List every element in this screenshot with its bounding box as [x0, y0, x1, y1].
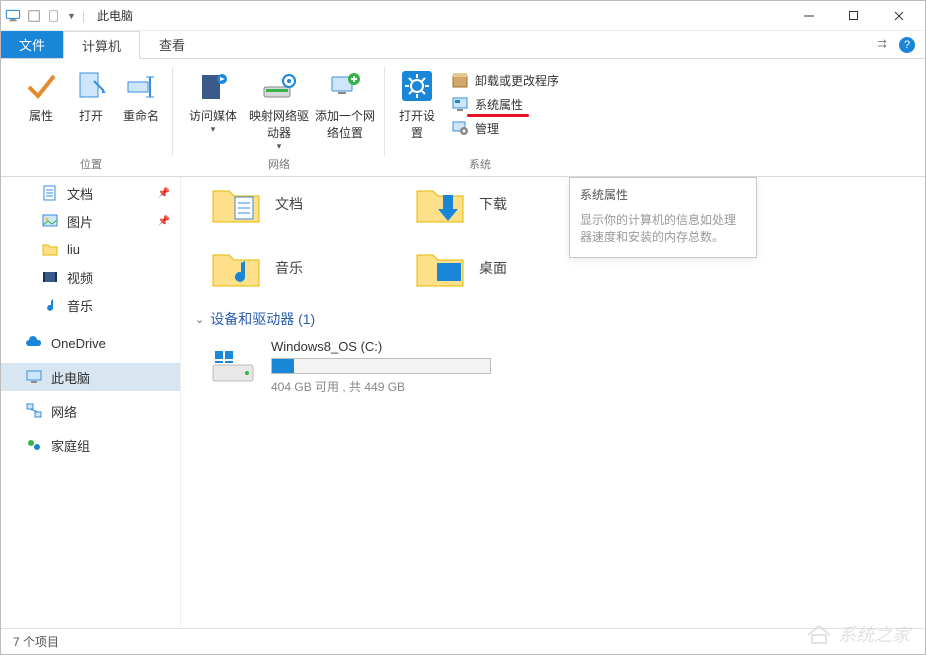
chevron-down-icon: ▾: [277, 141, 282, 152]
drive-c[interactable]: Windows8_OS (C:) 404 GB 可用 , 共 449 GB: [189, 339, 917, 395]
manage-icon: [451, 119, 469, 137]
rename-icon: [124, 69, 158, 103]
desktop-folder-icon: [413, 245, 467, 291]
navigation-pane: 文档📌 图片📌 liu 视频 音乐 OneDrive: [1, 177, 181, 628]
thispc-icon: [5, 9, 21, 23]
drive-usage-bar: [271, 358, 491, 374]
titlebar: ▼ | 此电脑: [1, 1, 925, 31]
drive-name: Windows8_OS (C:): [271, 339, 491, 354]
check-icon: [24, 69, 58, 103]
sidebar-item-thispc[interactable]: 此电脑: [1, 363, 180, 391]
media-server-icon: [196, 69, 230, 103]
sidebar-item-music[interactable]: 音乐: [1, 291, 180, 319]
drive-icon: [209, 347, 257, 387]
folder-downloads[interactable]: 下载: [413, 181, 507, 227]
access-media-button[interactable]: 访问媒体 ▾: [183, 63, 243, 154]
onedrive-icon: [25, 334, 43, 352]
pin-icon: 📌: [158, 188, 170, 199]
pin-icon: 📌: [158, 216, 170, 227]
tab-file[interactable]: 文件: [1, 31, 63, 58]
tab-view[interactable]: 查看: [140, 31, 204, 58]
monitor-icon: [451, 95, 469, 113]
map-drive-button[interactable]: 映射网络驱动器 ▾: [249, 63, 309, 154]
box-icon: [451, 71, 469, 89]
minimize-ribbon-icon[interactable]: ⮆: [877, 37, 887, 52]
ribbon-group-network: 访问媒体 ▾ 映射网络驱动器 ▾ 添加一个网络位置 网络: [173, 63, 385, 176]
section-devices-header[interactable]: ⌄ 设备和驱动器 (1): [195, 309, 917, 329]
document-icon: [41, 184, 59, 202]
qat-dropdown-icon[interactable]: ▼: [67, 11, 76, 21]
pictures-icon: [41, 212, 59, 230]
maximize-button[interactable]: [831, 1, 876, 31]
homegroup-icon: [25, 436, 43, 454]
ribbon: 属性 打开 重命名 位置: [1, 59, 925, 177]
qat-properties-icon[interactable]: [27, 9, 41, 23]
uninstall-programs-button[interactable]: 卸载或更改程序: [445, 69, 565, 91]
sidebar-item-pictures[interactable]: 图片📌: [1, 207, 180, 235]
folder-icon: [41, 240, 59, 258]
sidebar-item-documents[interactable]: 文档📌: [1, 179, 180, 207]
chevron-down-icon: ▾: [211, 124, 216, 135]
gear-icon: [400, 69, 434, 103]
content-pane: 文档 音乐 下载 桌面: [181, 177, 925, 628]
item-count: 7 个项目: [13, 633, 59, 650]
folder-documents[interactable]: 文档: [209, 181, 303, 227]
qat-new-icon[interactable]: [47, 9, 61, 23]
open-settings-button[interactable]: 打开设置: [395, 63, 439, 154]
documents-folder-icon: [209, 181, 263, 227]
status-bar: 7 个项目 系统之家: [1, 628, 925, 654]
music-icon: [41, 296, 59, 314]
downloads-folder-icon: [413, 181, 467, 227]
folder-desktop[interactable]: 桌面: [413, 245, 507, 291]
open-button[interactable]: 打开: [69, 63, 113, 154]
sidebar-item-liu[interactable]: liu: [1, 235, 180, 263]
ribbon-tabs: 文件 计算机 查看 ⮆ ?: [1, 31, 925, 59]
help-icon[interactable]: ?: [899, 37, 915, 53]
rename-button[interactable]: 重命名: [119, 63, 163, 154]
window-title: 此电脑: [97, 7, 133, 24]
add-location-icon: [328, 69, 362, 103]
tab-computer[interactable]: 计算机: [63, 31, 140, 59]
drive-subtitle: 404 GB 可用 , 共 449 GB: [271, 378, 491, 395]
add-location-button[interactable]: 添加一个网络位置: [315, 63, 375, 154]
open-icon: [74, 69, 108, 103]
sidebar-item-homegroup[interactable]: 家庭组: [1, 431, 180, 459]
ribbon-group-system: 打开设置 卸载或更改程序 系统属性 管理: [385, 63, 575, 176]
sidebar-item-onedrive[interactable]: OneDrive: [1, 329, 180, 357]
chevron-down-icon: ⌄: [195, 313, 204, 326]
music-folder-icon: [209, 245, 263, 291]
system-properties-button[interactable]: 系统属性: [445, 93, 565, 115]
sidebar-item-videos[interactable]: 视频: [1, 263, 180, 291]
system-properties-tooltip: 系统属性 显示你的计算机的信息如处理器速度和安装的内存总数。: [569, 177, 757, 258]
properties-button[interactable]: 属性: [19, 63, 63, 154]
minimize-button[interactable]: [786, 1, 831, 31]
thispc-icon: [25, 368, 43, 386]
map-drive-icon: [262, 69, 296, 103]
sidebar-item-network[interactable]: 网络: [1, 397, 180, 425]
close-button[interactable]: [876, 1, 921, 31]
videos-icon: [41, 268, 59, 286]
folder-music[interactable]: 音乐: [209, 245, 303, 291]
network-icon: [25, 402, 43, 420]
manage-button[interactable]: 管理: [445, 117, 565, 139]
ribbon-group-location: 属性 打开 重命名 位置: [9, 63, 173, 176]
